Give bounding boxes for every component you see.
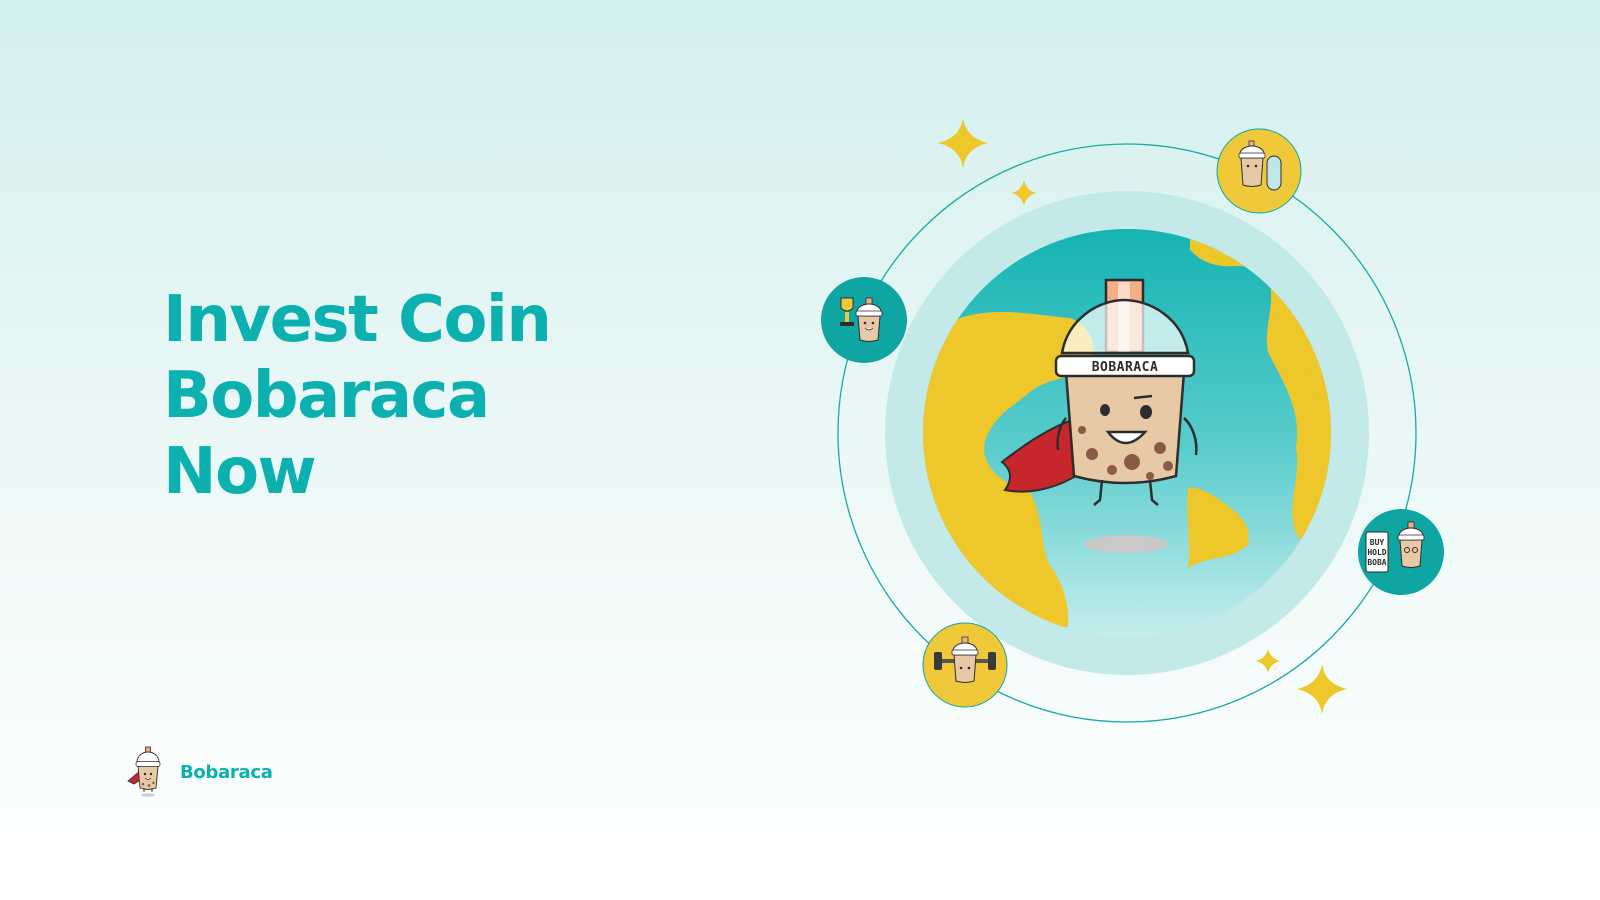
snowboard-boba-mascot-icon[interactable] xyxy=(1216,128,1302,214)
sign-line-1: BUY xyxy=(1370,538,1385,547)
sign-line-2: HOLD xyxy=(1367,548,1386,557)
cup-label: BOBARACA xyxy=(1092,360,1159,375)
brand-name: Bobaraca xyxy=(180,761,273,783)
sign-line-3: BOBA xyxy=(1367,558,1386,567)
dumbbell-boba-mascot-icon[interactable] xyxy=(922,622,1008,708)
hero-illustration: BOBARACA BUY HOLD BOBA xyxy=(821,118,1444,723)
trophy-boba-mascot-icon[interactable] xyxy=(821,277,907,363)
buy-hold-boba-mascot-icon[interactable]: BUY HOLD BOBA xyxy=(1358,509,1444,595)
headline-line-3: Now xyxy=(163,435,317,509)
headline-line-1: Invest Coin xyxy=(163,283,552,357)
superhero-boba-mascot-icon xyxy=(127,746,161,797)
hero-headline: Invest Coin Bobaraca Now xyxy=(163,282,723,510)
headline-line-2: Bobaraca xyxy=(163,359,490,433)
brand-link[interactable]: Bobaraca xyxy=(124,746,273,798)
